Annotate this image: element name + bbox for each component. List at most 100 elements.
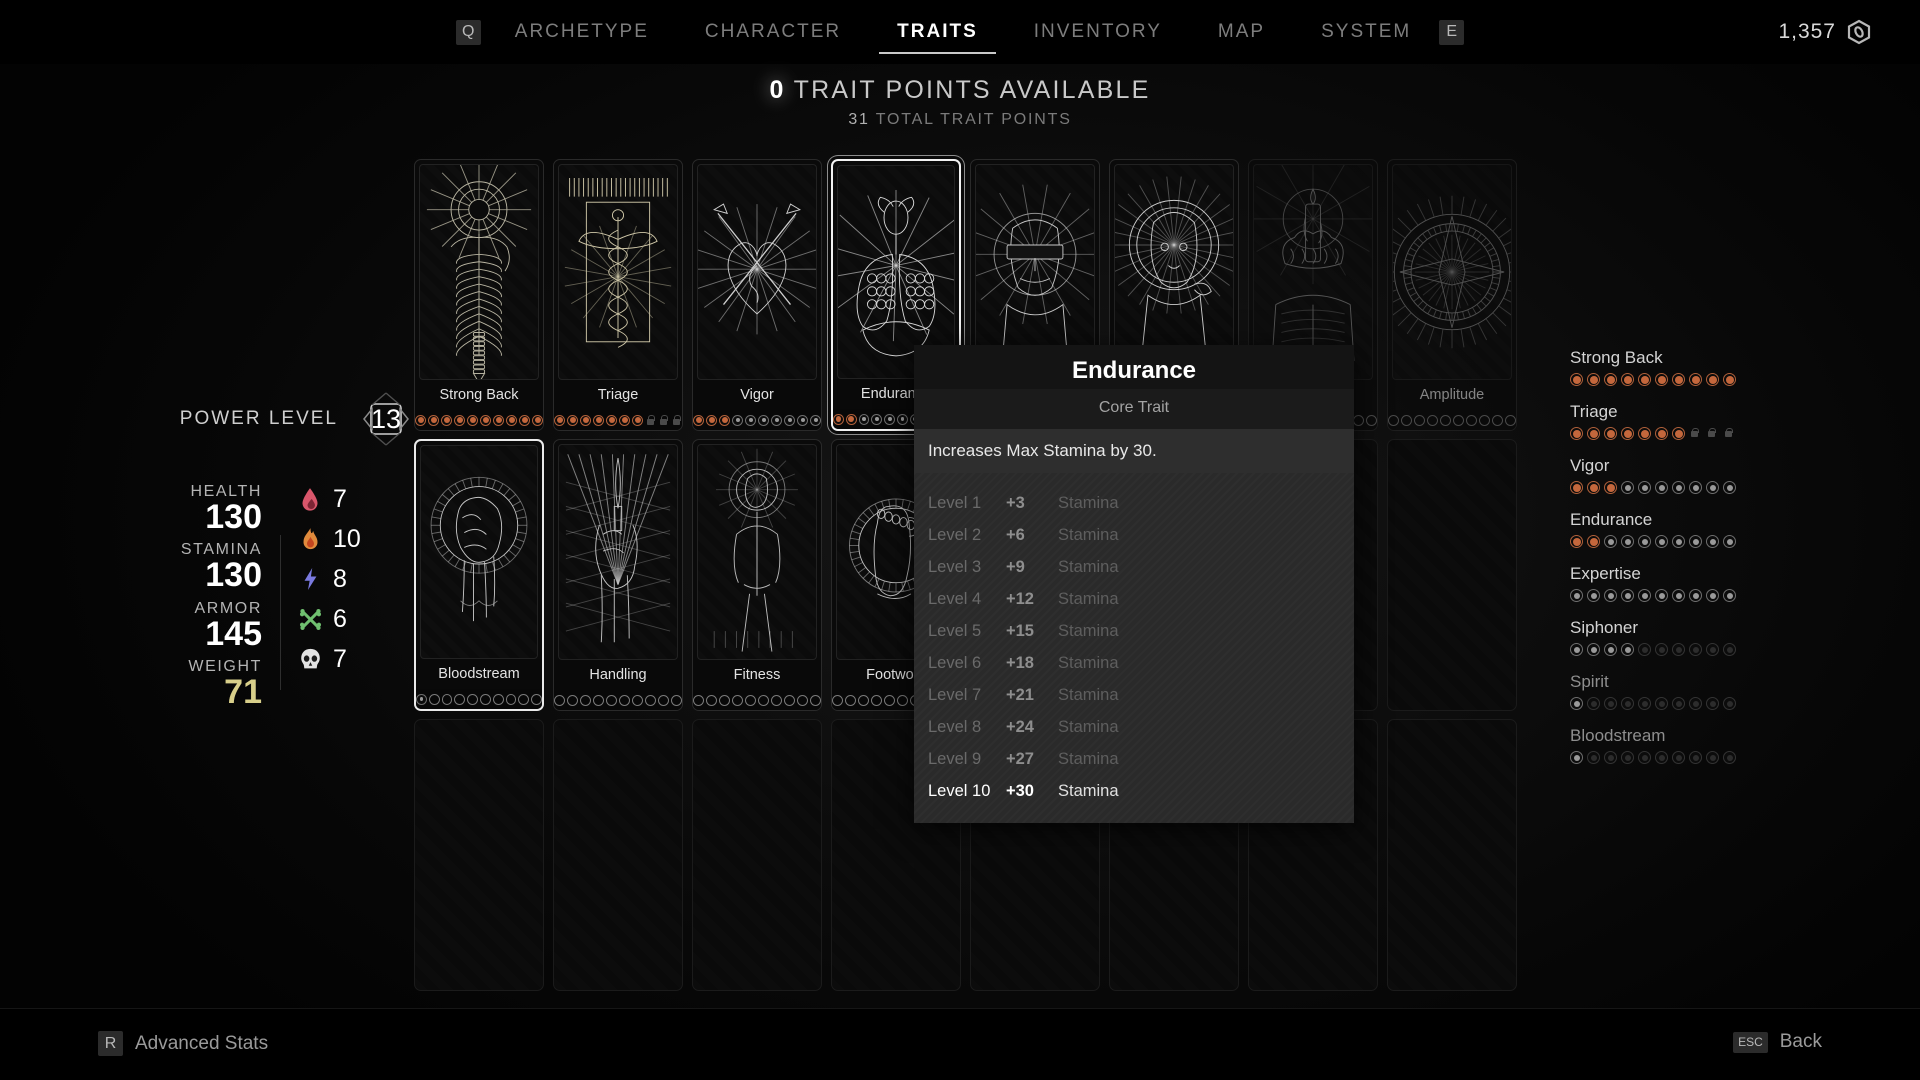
- pip-empty[interactable]: [632, 694, 643, 706]
- pip-locked[interactable]: [1587, 697, 1600, 710]
- pip-filled[interactable]: [1570, 373, 1583, 386]
- pip-filled[interactable]: [706, 414, 717, 426]
- pip-available[interactable]: [758, 414, 769, 426]
- pip-available[interactable]: [1587, 643, 1600, 656]
- pip-filled[interactable]: [1672, 373, 1685, 386]
- trait-card-strong-back[interactable]: Strong Back: [414, 159, 544, 431]
- pip-locked[interactable]: [1621, 751, 1634, 764]
- pip-filled[interactable]: [619, 414, 630, 426]
- pip-locked[interactable]: [1638, 751, 1651, 764]
- pip-empty[interactable]: [884, 694, 895, 706]
- pip-available[interactable]: [1723, 589, 1736, 602]
- pip-empty[interactable]: [1466, 414, 1477, 426]
- pip-empty[interactable]: [441, 693, 453, 705]
- pip-locked[interactable]: [1604, 697, 1617, 710]
- pip-empty[interactable]: [871, 694, 882, 706]
- pip-empty[interactable]: [897, 694, 908, 706]
- pip-filled[interactable]: [454, 414, 465, 426]
- pip-empty[interactable]: [505, 693, 517, 705]
- trait-list-item-triage[interactable]: Triage: [1570, 402, 1830, 440]
- pip-locked[interactable]: [1655, 697, 1668, 710]
- pip-empty[interactable]: [1414, 414, 1425, 426]
- pip-available[interactable]: [1706, 589, 1719, 602]
- pip-available[interactable]: [1570, 589, 1583, 602]
- tab-inventory[interactable]: INVENTORY: [1006, 0, 1190, 64]
- trait-list-item-vigor[interactable]: Vigor: [1570, 456, 1830, 494]
- pip-filled[interactable]: [833, 413, 844, 425]
- pip-available[interactable]: [1621, 589, 1634, 602]
- pip-available[interactable]: [1604, 535, 1617, 548]
- pip-available[interactable]: [1706, 481, 1719, 494]
- pip-empty[interactable]: [784, 694, 795, 706]
- pip-filled[interactable]: [1604, 373, 1617, 386]
- pip-available[interactable]: [797, 414, 808, 426]
- pip-locked[interactable]: [1655, 643, 1668, 656]
- trait-list-item-bloodstream[interactable]: Bloodstream: [1570, 726, 1830, 764]
- pip-empty[interactable]: [454, 693, 466, 705]
- trait-list-item-spirit[interactable]: Spirit: [1570, 672, 1830, 710]
- pip-filled[interactable]: [1570, 535, 1583, 548]
- pip-filled[interactable]: [1587, 427, 1600, 440]
- pip-available[interactable]: [1638, 535, 1651, 548]
- pip-empty[interactable]: [1479, 414, 1490, 426]
- pip-filled[interactable]: [1621, 373, 1634, 386]
- pip-available[interactable]: [871, 413, 883, 425]
- pip-available[interactable]: [416, 693, 427, 705]
- pip-available[interactable]: [745, 414, 756, 426]
- pip-locked[interactable]: [1672, 751, 1685, 764]
- lock-icon[interactable]: [1723, 427, 1736, 440]
- pip-empty[interactable]: [518, 693, 530, 705]
- back-action[interactable]: ESC Back: [1733, 1031, 1822, 1053]
- pip-available[interactable]: [732, 414, 743, 426]
- pip-filled[interactable]: [1638, 427, 1651, 440]
- pip-filled[interactable]: [632, 414, 643, 426]
- pip-available[interactable]: [1604, 643, 1617, 656]
- pip-filled[interactable]: [1587, 535, 1600, 548]
- pip-empty[interactable]: [567, 694, 578, 706]
- pip-available[interactable]: [1723, 535, 1736, 548]
- pip-locked[interactable]: [1672, 643, 1685, 656]
- pip-filled[interactable]: [506, 414, 517, 426]
- pip-empty[interactable]: [467, 693, 478, 705]
- pip-empty[interactable]: [619, 694, 630, 706]
- pip-available[interactable]: [1689, 535, 1702, 548]
- next-tab-key-icon[interactable]: E: [1439, 19, 1465, 45]
- pip-filled[interactable]: [693, 414, 704, 426]
- pip-empty[interactable]: [832, 694, 843, 706]
- pip-locked[interactable]: [1638, 697, 1651, 710]
- pip-available[interactable]: [1604, 589, 1617, 602]
- pip-filled[interactable]: [719, 414, 730, 426]
- pip-empty[interactable]: [732, 694, 743, 706]
- tab-system[interactable]: SYSTEM: [1293, 0, 1439, 64]
- pip-empty[interactable]: [593, 694, 604, 706]
- pip-filled[interactable]: [1604, 481, 1617, 494]
- pip-locked[interactable]: [1689, 751, 1702, 764]
- trait-card-bloodstream[interactable]: Bloodstream: [414, 439, 544, 711]
- pip-available[interactable]: [1638, 481, 1651, 494]
- pip-empty[interactable]: [1427, 414, 1438, 426]
- trait-list-item-endurance[interactable]: Endurance: [1570, 510, 1830, 548]
- pip-locked[interactable]: [1689, 643, 1702, 656]
- pip-empty[interactable]: [428, 693, 440, 705]
- pip-available[interactable]: [771, 414, 782, 426]
- tab-map[interactable]: MAP: [1190, 0, 1293, 64]
- pip-empty[interactable]: [797, 694, 808, 706]
- pip-locked[interactable]: [1723, 643, 1736, 656]
- prev-tab-key-icon[interactable]: Q: [455, 19, 481, 45]
- pip-available[interactable]: [810, 414, 821, 426]
- pip-locked[interactable]: [1723, 697, 1736, 710]
- pip-locked[interactable]: [1706, 697, 1719, 710]
- lock-icon[interactable]: [671, 415, 682, 426]
- lock-icon[interactable]: [1689, 427, 1702, 440]
- pip-filled[interactable]: [1587, 373, 1600, 386]
- lock-icon[interactable]: [1706, 427, 1719, 440]
- pip-locked[interactable]: [1655, 751, 1668, 764]
- pip-available[interactable]: [784, 414, 795, 426]
- pip-filled[interactable]: [1587, 481, 1600, 494]
- pip-empty[interactable]: [810, 694, 821, 706]
- pip-available[interactable]: [1723, 481, 1736, 494]
- pip-locked[interactable]: [1723, 751, 1736, 764]
- pip-filled[interactable]: [467, 414, 478, 426]
- pip-filled[interactable]: [1655, 427, 1668, 440]
- pip-empty[interactable]: [706, 694, 717, 706]
